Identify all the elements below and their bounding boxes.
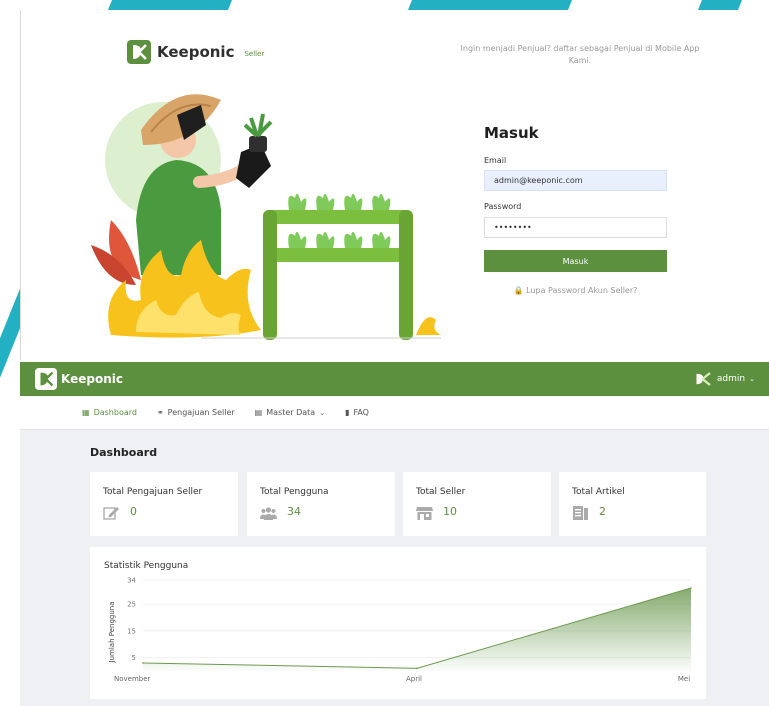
email-field[interactable]: admin@keeponic.com <box>484 170 667 191</box>
chart-y-tick-label: 5 <box>132 654 136 662</box>
topbar-brand[interactable]: Keeponic <box>35 368 123 390</box>
user-statistics-chart: Statistik Pengguna 34 25 15 5 November April… <box>90 547 706 699</box>
stat-label: Total Artikel <box>572 487 625 497</box>
stat-label: Total Seller <box>416 487 466 497</box>
forgot-password-link[interactable]: 🔒 Lupa Password Akun Seller? <box>484 286 667 295</box>
chevron-down-icon: ⌄ <box>319 408 326 417</box>
nav-label: Master Data <box>266 408 316 417</box>
login-title: Masuk <box>484 124 539 142</box>
chart-x-tick-label: November <box>114 675 151 683</box>
brand: Keeponic Seller <box>127 40 264 64</box>
stat-value: 2 <box>599 505 606 518</box>
stat-label: Total Pengajuan Seller <box>103 487 203 497</box>
keeponic-mark-icon <box>696 372 711 386</box>
decor-slash-top-mid <box>407 0 573 10</box>
store-icon <box>416 507 433 520</box>
chart-area-fill <box>143 588 691 671</box>
email-label: Email <box>484 156 507 165</box>
dashboard-screen: Keeponic admin ⌄ ▦ Dashboard ⚭ Pengajuan… <box>20 362 769 706</box>
password-field[interactable]: •••••••• <box>484 217 667 238</box>
nav-dashboard[interactable]: ▦ Dashboard <box>82 408 137 417</box>
stat-value: 10 <box>443 505 457 518</box>
stat-card-pengguna: Total Pengguna 34 <box>247 472 395 536</box>
edit-icon <box>103 507 119 520</box>
article-icon <box>573 506 588 520</box>
decor-slash-top-right <box>697 0 743 10</box>
lock-icon: 🔒 <box>513 286 524 295</box>
chart-y-axis-label: Jumlah Pengguna <box>108 602 116 664</box>
database-icon: ▤ <box>254 408 263 417</box>
nav-faq[interactable]: ▮ FAQ <box>345 408 369 417</box>
grid-icon: ▦ <box>82 408 90 417</box>
decor-slash-top-left <box>107 0 233 10</box>
user-name: admin <box>716 374 746 384</box>
main-nav: ▦ Dashboard ⚭ Pengajuan Seller ▤ Master … <box>20 396 769 430</box>
stat-value: 34 <box>287 505 301 518</box>
brand-name: Keeponic <box>157 43 235 61</box>
login-button[interactable]: Masuk <box>484 250 667 272</box>
nav-pengajuan-seller[interactable]: ⚭ Pengajuan Seller <box>157 408 235 417</box>
user-upload-icon: ⚭ <box>156 408 164 417</box>
chat-icon: ▮ <box>345 408 350 417</box>
nav-label: Pengajuan Seller <box>167 408 235 417</box>
chart-point <box>142 662 144 664</box>
email-value: admin@keeponic.com <box>494 176 583 185</box>
keeponic-logo-icon <box>35 368 57 390</box>
top-bar: Keeponic admin ⌄ <box>20 362 769 396</box>
chart-point <box>690 587 692 589</box>
login-screen: Keeponic Seller Ingin menjadi Penjual? d… <box>20 10 769 360</box>
stat-label: Total Pengguna <box>260 487 329 497</box>
seller-signup-promo: Ingin menjadi Penjual? daftar sebagai Pe… <box>460 44 700 65</box>
chart-y-tick-label: 34 <box>127 577 136 585</box>
forgot-password-label: Lupa Password Akun Seller? <box>526 286 638 295</box>
stat-card-pengajuan: Total Pengajuan Seller 0 <box>90 472 238 536</box>
brand-sub: Seller <box>244 49 265 58</box>
stat-card-seller: Total Seller 10 <box>403 472 551 536</box>
chart-point <box>416 667 418 670</box>
chart-y-tick-label: 25 <box>127 601 136 609</box>
chart-plot: 34 25 15 5 November April Mei Jumlah Pengguna <box>108 577 692 683</box>
page: Keeponic Seller Ingin menjadi Penjual? d… <box>0 0 769 706</box>
stat-value: 0 <box>130 505 137 518</box>
chart-x-tick-label: Mei <box>678 675 690 683</box>
keeponic-logo-icon <box>127 40 151 64</box>
password-label: Password <box>484 202 522 211</box>
chart-y-tick-label: 15 <box>127 627 136 635</box>
page-title: Dashboard <box>90 446 158 459</box>
nav-label: Dashboard <box>93 408 137 417</box>
password-value: •••••••• <box>494 223 532 232</box>
nav-label: FAQ <box>353 408 369 417</box>
farmer-illustration <box>91 94 441 340</box>
user-menu[interactable]: admin ⌄ <box>695 371 755 387</box>
app-name: Keeponic <box>61 372 123 386</box>
stat-card-artikel: Total Artikel 2 <box>559 472 706 536</box>
users-icon <box>260 507 277 520</box>
chevron-down-icon: ⌄ <box>749 375 755 383</box>
chart-x-tick-label: April <box>406 675 422 683</box>
nav-master-data[interactable]: ▤ Master Data ⌄ <box>255 408 325 417</box>
